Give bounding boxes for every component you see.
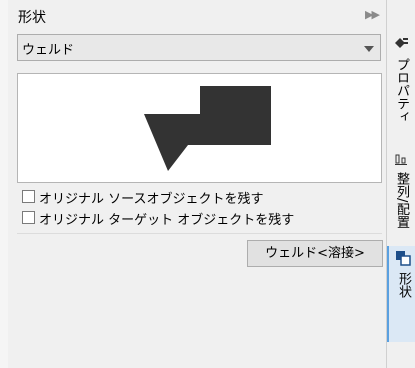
shape-icon xyxy=(395,250,411,266)
keep-source-checkbox[interactable] xyxy=(22,190,35,203)
shaping-panel: 形状 ▶▶ ウェルド オリジナル ソースオブジェクトを残す オリジナル ターゲッ… xyxy=(8,0,386,368)
tab-properties-label: プロパティ xyxy=(394,58,409,123)
panel-title-bar: 形状 ▶▶ xyxy=(8,0,386,32)
keep-source-label: オリジナル ソースオブジェクトを残す xyxy=(39,192,264,207)
tab-align-label: 整列/配置 xyxy=(394,172,409,229)
align-icon xyxy=(393,150,409,166)
keep-target-checkbox-row[interactable]: オリジナル ターゲット オブジェクトを残す xyxy=(22,209,322,228)
divider xyxy=(17,233,382,234)
tab-shaping[interactable]: 形状 xyxy=(387,246,415,342)
collapse-panel-icon[interactable]: ▶▶ xyxy=(365,8,380,21)
tab-properties[interactable]: プロパティ xyxy=(387,32,415,132)
shaping-mode-dropdown[interactable]: ウェルド xyxy=(17,34,381,61)
keep-target-label: オリジナル ターゲット オブジェクトを残す xyxy=(39,213,295,228)
weld-button[interactable]: ウェルド<溶接> xyxy=(247,240,383,267)
keep-source-checkbox-row[interactable]: オリジナル ソースオブジェクトを残す xyxy=(22,188,322,207)
keep-target-checkbox[interactable] xyxy=(22,211,35,224)
panel-title: 形状 xyxy=(18,10,46,26)
weld-preview-icon xyxy=(144,86,271,171)
preview-area xyxy=(17,73,382,183)
tab-align[interactable]: 整列/配置 xyxy=(387,146,415,246)
properties-icon xyxy=(393,36,409,52)
chevron-down-icon xyxy=(364,46,374,52)
shaping-mode-value: ウェルド xyxy=(22,43,75,58)
tab-shaping-label: 形状 xyxy=(396,272,411,298)
docker-tab-strip: プロパティ 整列/配置 形状 xyxy=(386,0,415,368)
